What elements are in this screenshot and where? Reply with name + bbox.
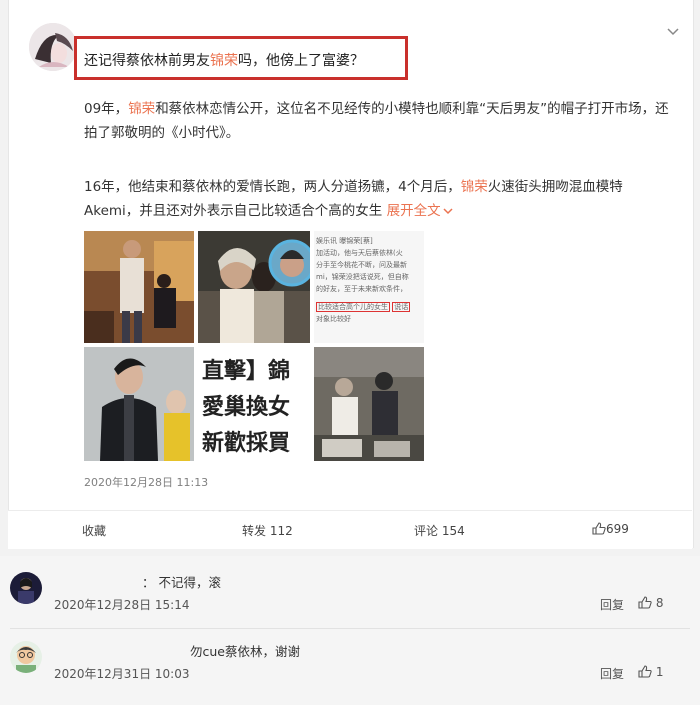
photo-street-couple[interactable]: [84, 231, 194, 343]
clip-line: 对象比较好: [316, 315, 351, 323]
commenter-name-redacted[interactable]: [54, 573, 134, 587]
thumbs-up-icon: [592, 522, 606, 535]
commenter-avatar[interactable]: [10, 572, 42, 604]
clip-line: 娱乐讯 曝锦荣[蔡]: [316, 237, 373, 245]
comment-like-count: 8: [655, 596, 664, 610]
name-link[interactable]: 锦荣: [128, 101, 155, 117]
expand-label: 展开全文: [386, 203, 441, 219]
post-paragraph-1: 09年，锦荣和蔡依林恋情公开，这位名不见经传的小模特也顺利靠“天后男友”的帽子打…: [84, 97, 674, 145]
comment-like-count: 1: [655, 665, 664, 679]
comment-divider: [10, 628, 690, 629]
comment-button[interactable]: 评论 154: [414, 522, 465, 539]
clip-line: 的好友，至于未来新欢条件，: [316, 285, 407, 293]
comment-text: 勿cue蔡依林，谢谢: [190, 644, 300, 659]
photo-kiss[interactable]: [198, 231, 310, 343]
headline-text-end: 吗，他傍上了富婆？: [238, 53, 364, 69]
tv-caption-line: 直擊】錦: [202, 358, 291, 384]
tv-caption-line: 愛巢換女: [202, 394, 291, 420]
clip-highlight: 比较适合高个儿的女生: [316, 302, 390, 312]
photo-tv-caption[interactable]: 直擊】錦 愛巢換女 新歡採買: [198, 347, 310, 461]
reply-button[interactable]: 回复: [600, 665, 624, 682]
expand-full-text-link[interactable]: 展开全文: [387, 203, 453, 219]
photo-grid: 娱乐讯 曝锦荣[蔡] 加活动，他与天后蔡依林(火 分手至今桃花不断，问及最新 m…: [84, 231, 424, 461]
tv-caption-line: 新歡採買: [202, 430, 291, 456]
thumbs-up-icon: [638, 665, 652, 678]
clip-highlight-2: 说话: [392, 302, 411, 312]
comment-time: 2020年12月31日 10:03: [54, 667, 190, 681]
comment-item: ： 不记得，滚 2020年12月28日 15:14 回复 8: [10, 572, 690, 632]
action-bar: 收藏 转发 112 评论 154 699: [8, 510, 692, 549]
comment-text: ： 不记得，滚: [142, 575, 221, 590]
clip-line: 分手至今桃花不断，问及最新: [316, 261, 407, 269]
user-avatar[interactable]: [29, 23, 77, 71]
headline-text: 还记得蔡依林前男友: [84, 53, 210, 69]
paragraph-text: 和蔡依林恋情公开，这位名不见经传的小模特也顺利靠“天后男友”的帽子打开市场，还拍…: [84, 101, 669, 141]
photo-portrait[interactable]: [84, 347, 194, 461]
post-paragraph-2: 16年，他结束和蔡依林的爱情长跑，两人分道扬镳，4个月后，锦荣火速街头拥吻混血模…: [84, 175, 674, 223]
photo-shopping[interactable]: [314, 347, 424, 461]
name-link[interactable]: 锦荣: [210, 53, 238, 69]
post-timestamp: 2020年12月28日 11:13: [84, 476, 209, 489]
clip-line: 加活动，他与天后蔡依林(火: [316, 249, 403, 257]
chevron-down-icon[interactable]: [667, 22, 679, 40]
post-headline: 还记得蔡依林前男友锦荣吗，他傍上了富婆？: [84, 50, 364, 70]
photo-news-clipping[interactable]: 娱乐讯 曝锦荣[蔡] 加活动，他与天后蔡依林(火 分手至今桃花不断，问及最新 m…: [314, 231, 424, 343]
name-link[interactable]: 锦荣: [461, 179, 488, 195]
favorite-button[interactable]: 收藏: [82, 522, 106, 539]
clip-line: mi，锦荣没把话说死，但自称: [316, 273, 409, 281]
comment-like-button[interactable]: 8: [638, 596, 663, 610]
chevron-down-icon: [443, 208, 453, 215]
like-count: 699: [606, 522, 629, 536]
commenter-avatar[interactable]: [10, 641, 42, 673]
comment-list: ： 不记得，滚 2020年12月28日 15:14 回复 8 勿cue蔡依林，谢…: [0, 556, 700, 705]
comment-like-button[interactable]: 1: [638, 665, 663, 679]
repost-button[interactable]: 转发 112: [242, 522, 293, 539]
thumbs-up-icon: [638, 596, 652, 609]
comment-time: 2020年12月28日 15:14: [54, 598, 190, 612]
paragraph-text: 09年，: [84, 101, 129, 117]
commenter-name-redacted[interactable]: [54, 642, 134, 656]
paragraph-text: 16年，他结束和蔡依林的爱情长跑，两人分道扬镳，4个月后，: [84, 179, 461, 195]
like-button[interactable]: 699: [592, 522, 629, 536]
comment-item: 勿cue蔡依林，谢谢 2020年12月31日 10:03 回复 1: [10, 641, 690, 701]
reply-button[interactable]: 回复: [600, 596, 624, 613]
